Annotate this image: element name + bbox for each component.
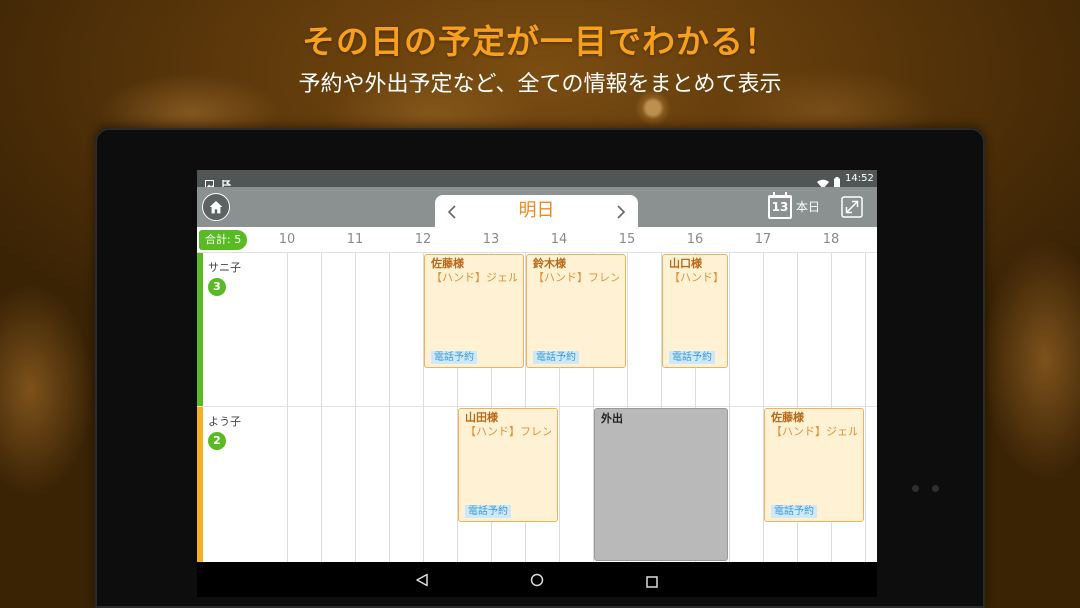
appointment-count-badge: 2: [208, 432, 226, 450]
status-bar: 14:52: [197, 170, 877, 189]
staff-color-bar: [197, 407, 203, 562]
reservation-tag: 電話予約: [533, 351, 579, 364]
schedule-grid: サニ子 3 佐藤様 【ハンド】ジェル 電話予約 鈴木様 【ハンド】フレン 電話予…: [197, 253, 877, 562]
promo-subheadline: 予約や外出予定など、全ての情報をまとめて表示: [298, 72, 782, 97]
hour-label: 15: [618, 232, 636, 247]
appointment-card[interactable]: 佐藤様 【ハンド】ジェル 電話予約: [764, 408, 864, 522]
service-name: 【ハンド】フレン: [465, 425, 551, 438]
reservation-tag: 電話予約: [771, 505, 817, 518]
hour-label: 10: [278, 232, 296, 247]
hour-label: 11: [346, 232, 364, 247]
service-name: 【ハンド】: [669, 271, 721, 284]
customer-name: 山田様: [465, 411, 498, 424]
customer-name: 佐藤様: [431, 257, 464, 270]
sensor-dot-icon: [932, 485, 939, 492]
reservation-tag: 電話予約: [465, 505, 511, 518]
today-button[interactable]: 本日: [796, 187, 820, 227]
staff-row: よう子 2 山田様 【ハンド】フレン 電話予約 外出 佐藤様 【ハンド】ジェル …: [197, 407, 877, 562]
staff-row: サニ子 3 佐藤様 【ハンド】ジェル 電話予約 鈴木様 【ハンド】フレン 電話予…: [197, 253, 877, 407]
hour-label: 18: [822, 232, 840, 247]
calendar-icon[interactable]: 13: [768, 192, 792, 219]
hour-label: 13: [482, 232, 500, 247]
customer-name: 佐藤様: [771, 411, 804, 424]
outing-label: 外出: [601, 412, 623, 425]
reservation-tag: 電話予約: [669, 351, 715, 364]
home-icon: [209, 201, 223, 214]
calendar-day: 13: [771, 200, 789, 214]
promo-headline: その日の予定が一目でわかる！: [302, 22, 778, 61]
hour-label: 14: [550, 232, 568, 247]
appointment-card[interactable]: 山口様 【ハンド】 電話予約: [662, 254, 728, 368]
chevron-left-icon[interactable]: [447, 204, 457, 220]
date-label: 明日: [518, 200, 555, 221]
service-name: 【ハンド】ジェル: [431, 271, 517, 284]
sensor-dot-icon: [912, 485, 919, 492]
appointment-card[interactable]: 佐藤様 【ハンド】ジェル 電話予約: [424, 254, 524, 368]
appointment-card[interactable]: 山田様 【ハンド】フレン 電話予約: [458, 408, 558, 522]
navigation-bar: [197, 562, 877, 597]
customer-name: 山口様: [669, 257, 702, 270]
total-count-badge: 合計: 5: [199, 230, 248, 250]
service-name: 【ハンド】ジェル: [771, 425, 857, 438]
staff-name[interactable]: サニ子: [208, 261, 241, 275]
staff-name[interactable]: よう子: [208, 415, 241, 429]
timeline-header: 合計: 5 10 11 12 13 14 15 16 17 18: [197, 227, 877, 253]
date-tab: 明日: [435, 195, 638, 227]
customer-name: 鈴木様: [533, 257, 566, 270]
hour-label: 17: [754, 232, 772, 247]
status-time: 14:52: [845, 173, 874, 184]
hour-label: 12: [414, 232, 432, 247]
hour-label: 16: [686, 232, 704, 247]
recent-apps-icon[interactable]: [646, 573, 658, 592]
app-header: 明日 13 本日: [197, 187, 877, 227]
home-button[interactable]: [202, 193, 230, 221]
reservation-tag: 電話予約: [431, 351, 477, 364]
chevron-right-icon[interactable]: [616, 204, 626, 220]
back-icon[interactable]: [415, 572, 429, 591]
outing-block[interactable]: 外出: [594, 408, 728, 561]
tablet-screen: 14:52 明日 13 本日 合計: 5 10 11 12 13 14 15 1…: [197, 170, 877, 597]
appointment-count-badge: 3: [208, 278, 226, 296]
service-name: 【ハンド】フレン: [533, 271, 619, 284]
staff-color-bar: [197, 253, 203, 406]
appointment-card[interactable]: 鈴木様 【ハンド】フレン 電話予約: [526, 254, 626, 368]
expand-icon[interactable]: [841, 196, 863, 218]
home-circle-icon[interactable]: [530, 572, 544, 591]
